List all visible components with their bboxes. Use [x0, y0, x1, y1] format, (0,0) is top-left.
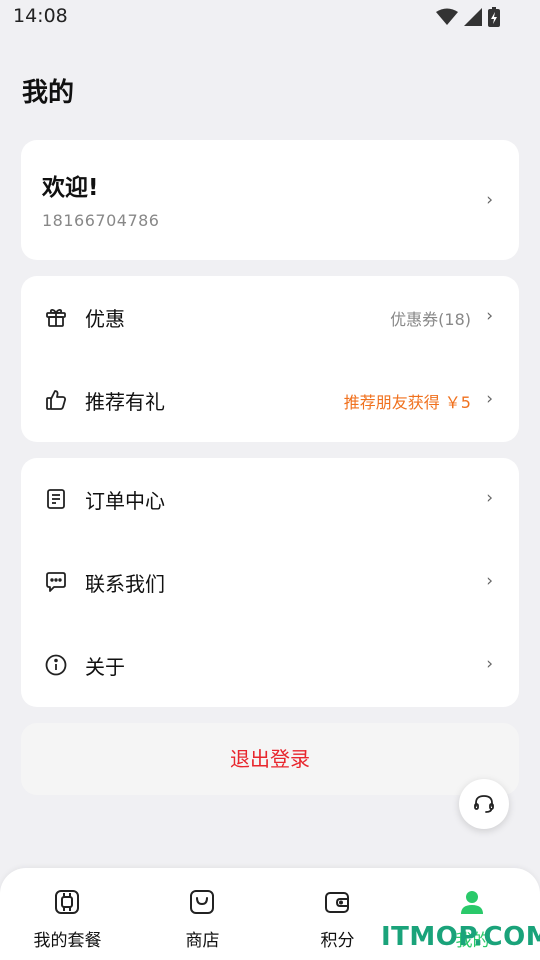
- headset-icon: [474, 795, 494, 813]
- referral-reward-text: 推荐朋友获得 ￥5: [343, 393, 471, 412]
- shopping-bag-icon: [190, 890, 214, 914]
- tab-label: 我的套餐: [33, 931, 102, 951]
- chevron-right-icon: ›: [486, 389, 493, 409]
- sim-chip-icon: [55, 890, 79, 914]
- menu-item-label: 订单中心: [85, 489, 165, 513]
- info-icon: [45, 654, 67, 676]
- logout-button[interactable]: 退出登录: [21, 723, 519, 795]
- page-title: 我的: [22, 78, 75, 108]
- menu-item-label: 联系我们: [85, 572, 165, 596]
- menu-item-referral[interactable]: 推荐有礼 推荐朋友获得 ￥5 ›: [21, 359, 519, 442]
- wallet-icon: [325, 892, 349, 913]
- order-document-icon: [47, 489, 65, 509]
- chevron-right-icon: ›: [486, 654, 493, 674]
- status-icons: [436, 7, 500, 27]
- welcome-title: 欢迎!: [42, 175, 99, 201]
- account-phone-number: 18166704786: [42, 211, 160, 230]
- cellular-signal-icon: [464, 8, 482, 26]
- chevron-right-icon: ›: [486, 488, 493, 508]
- menu-item-about[interactable]: 关于 ›: [21, 624, 519, 707]
- user-icon: [461, 891, 483, 914]
- battery-charging-icon: [488, 7, 500, 27]
- tab-store[interactable]: 商店: [135, 868, 270, 960]
- tab-my-plan[interactable]: 我的套餐: [0, 868, 135, 960]
- menu-item-label: 关于: [85, 655, 125, 679]
- coupon-count: 优惠券(18): [390, 310, 471, 329]
- menu-item-label: 优惠: [85, 307, 125, 331]
- service-group: 订单中心 › 联系我们 › 关于 ›: [21, 458, 519, 707]
- menu-item-discounts[interactable]: 优惠 优惠券(18) ›: [21, 276, 519, 359]
- menu-item-contact[interactable]: 联系我们 ›: [21, 541, 519, 624]
- gift-icon: [46, 308, 66, 327]
- menu-item-orders[interactable]: 订单中心 ›: [21, 458, 519, 541]
- benefits-group: 优惠 优惠券(18) › 推荐有礼 推荐朋友获得 ￥5 ›: [21, 276, 519, 442]
- chevron-right-icon: ›: [486, 190, 493, 210]
- wifi-icon: [436, 8, 458, 25]
- menu-item-label: 推荐有礼: [85, 390, 165, 414]
- status-time: 14:08: [13, 5, 68, 27]
- tab-label: 商店: [185, 931, 220, 951]
- watermark: ITMOP.COM: [381, 922, 540, 952]
- thumbs-up-icon: [46, 390, 67, 410]
- chevron-right-icon: ›: [486, 306, 493, 326]
- customer-support-button[interactable]: [459, 779, 509, 829]
- chat-bubble-icon: [46, 572, 66, 592]
- status-bar: 14:08: [0, 0, 540, 36]
- logout-label: 退出登录: [230, 747, 310, 771]
- chevron-right-icon: ›: [486, 571, 493, 591]
- account-card[interactable]: 欢迎! 18166704786 ›: [21, 140, 519, 260]
